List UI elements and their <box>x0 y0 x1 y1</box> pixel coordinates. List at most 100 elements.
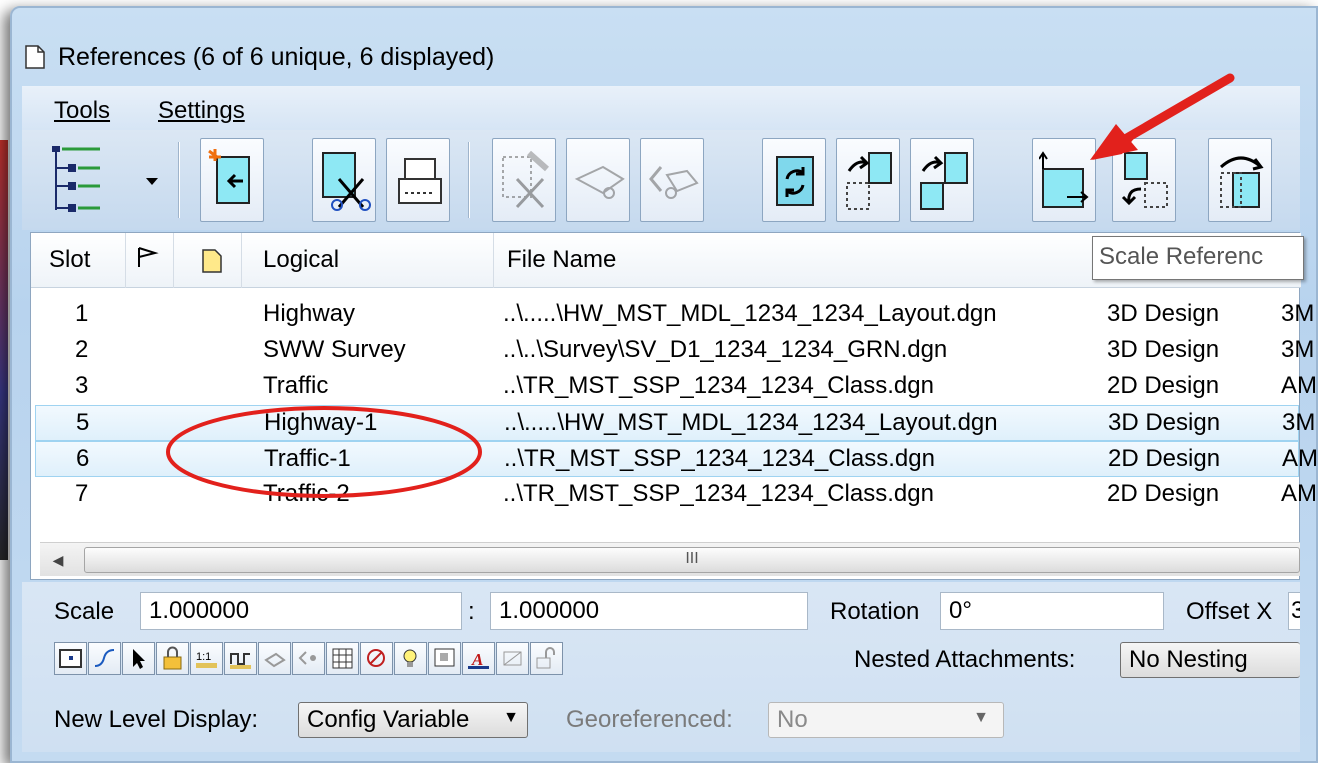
list-options-icon[interactable] <box>48 140 108 220</box>
flag-column-icon[interactable] <box>135 245 159 276</box>
clip-reference-button[interactable] <box>492 138 556 222</box>
light-bulb-icon <box>403 649 417 667</box>
scale-reference-field[interactable]: 1.000000 <box>490 592 808 630</box>
toolbar-separator <box>468 142 470 218</box>
logical-cell: Traffic <box>263 372 329 399</box>
new-level-display-select[interactable]: Config Variable ▼ <box>298 702 528 738</box>
exchange-reference-button[interactable] <box>762 138 826 222</box>
detach-reference-button[interactable] <box>312 138 376 222</box>
raster-toggle[interactable] <box>496 642 529 675</box>
column-divider <box>125 233 126 288</box>
column-file-name[interactable]: File Name <box>507 246 616 274</box>
model-cell: 3D Design <box>1108 409 1221 436</box>
reload-reference-button[interactable] <box>386 138 450 222</box>
unlock-icon <box>536 647 555 669</box>
file-name-cell: ..\TR_MST_SSP_1234_1234_Class.dgn <box>504 445 935 472</box>
background-window-edge <box>0 140 8 560</box>
scrollbar-thumb[interactable]: III <box>84 547 1300 573</box>
attach-reference-icon <box>208 149 250 204</box>
text-style-icon: A <box>468 650 489 669</box>
column-divider <box>241 233 242 288</box>
logical-cell: Highway <box>263 300 356 327</box>
file-name-cell: ..\TR_MST_SSP_1234_1234_Class.dgn <box>503 372 934 399</box>
georeferenced-label: Georeferenced: <box>566 706 733 733</box>
true-scale-toggle[interactable]: 1:1 <box>190 642 223 675</box>
synchronize-view-icon <box>434 648 455 667</box>
synchronize-view-toggle[interactable] <box>428 642 461 675</box>
file-name-cell: ..\..\Survey\SV_D1_1234_1234_GRN.dgn <box>503 336 948 363</box>
cursor-icon <box>133 649 145 669</box>
no-display-toggle[interactable] <box>360 642 393 675</box>
slot-cell: 5 <box>76 409 90 436</box>
settings-panel: Scale 1.000000 : 1.000000 Rotation 0° Of… <box>22 582 1300 752</box>
scale-label: Scale <box>54 598 115 625</box>
model-cell: 3D Design <box>1107 336 1220 363</box>
offset-x-field[interactable]: 3 <box>1288 592 1300 630</box>
slot-cell: 3 <box>75 372 89 399</box>
description-cell: AM <box>1282 445 1318 472</box>
highlight-oval <box>166 406 482 498</box>
table-row[interactable]: 2 SWW Survey ..\..\Survey\SV_D1_1234_123… <box>35 333 1314 369</box>
model-cell: 2D Design <box>1107 480 1220 507</box>
grid-toggle[interactable] <box>326 642 359 675</box>
copy-reference-button[interactable] <box>640 138 704 222</box>
lock-toggle[interactable] <box>156 642 189 675</box>
unlock-toggle[interactable] <box>530 642 563 675</box>
locate-toggle[interactable] <box>122 642 155 675</box>
lights-toggle[interactable] <box>394 642 427 675</box>
menu-tools[interactable]: Tools <box>54 97 110 125</box>
table-row[interactable]: 1 Highway ..\.....\HW_MST_MDL_1234_1234_… <box>35 297 1314 333</box>
scale-master-field[interactable]: 1.000000 <box>140 592 462 630</box>
description-cell: 3M <box>1281 336 1315 363</box>
slot-cell: 1 <box>75 300 89 327</box>
attach-reference-button[interactable] <box>200 138 264 222</box>
global-lineweight-toggle[interactable] <box>292 642 325 675</box>
chevron-down-icon: ▼ <box>503 709 519 726</box>
rotate-reference-button[interactable] <box>836 138 900 222</box>
column-logical[interactable]: Logical <box>263 246 339 274</box>
scale-separator: : <box>468 598 475 625</box>
grid-icon <box>332 648 353 669</box>
new-level-display-value: Config Variable <box>307 706 470 733</box>
nested-attachments-label: Nested Attachments: <box>854 646 1076 673</box>
ignore-attachment-toggle[interactable] <box>258 642 291 675</box>
document-column-icon[interactable] <box>201 248 223 281</box>
display-icon <box>59 649 82 668</box>
rotation-label: Rotation <box>830 598 920 625</box>
move-reference-icon <box>574 165 625 199</box>
ignore-attachment-icon <box>264 652 286 668</box>
mirror-horizontal-icon <box>920 152 968 210</box>
rotation-field[interactable]: 0° <box>940 592 1164 630</box>
column-divider <box>493 233 494 288</box>
rotate-reference-icon <box>846 152 892 210</box>
snap-toggle[interactable] <box>88 642 121 675</box>
true-scale-icon: 1:1 <box>196 651 217 668</box>
raster-icon <box>503 651 522 666</box>
horizontal-scrollbar[interactable]: ◀ III <box>40 542 1300 576</box>
text-override-toggle[interactable]: A <box>462 642 495 675</box>
mirror-horizontal-button[interactable] <box>910 138 974 222</box>
georeferenced-value: No <box>777 706 808 733</box>
dropdown-arrow-icon[interactable] <box>142 174 162 188</box>
display-toggle[interactable] <box>54 642 87 675</box>
description-cell: 3M <box>1282 409 1316 436</box>
line-style-toggle[interactable] <box>224 642 257 675</box>
scrollbar-grip: III <box>685 550 699 567</box>
description-cell: 3M <box>1281 300 1315 327</box>
description-cell: AM <box>1281 372 1317 399</box>
move-reference-button[interactable] <box>566 138 630 222</box>
lock-icon <box>163 646 182 670</box>
global-lineweight-icon <box>298 651 316 665</box>
slot-cell: 6 <box>76 445 90 472</box>
model-cell: 2D Design <box>1108 445 1221 472</box>
nested-attachments-select[interactable]: No Nesting <box>1120 642 1300 678</box>
clip-reference-icon <box>502 150 549 209</box>
toolbar-separator <box>178 142 180 218</box>
no-display-icon <box>367 649 385 667</box>
menu-settings[interactable]: Settings <box>158 97 245 125</box>
menu-settings-label: Settings <box>158 97 245 124</box>
column-divider <box>173 233 174 288</box>
description-cell: AM <box>1281 480 1317 507</box>
column-slot[interactable]: Slot <box>49 246 90 274</box>
scroll-left-icon[interactable]: ◀ <box>40 543 76 577</box>
